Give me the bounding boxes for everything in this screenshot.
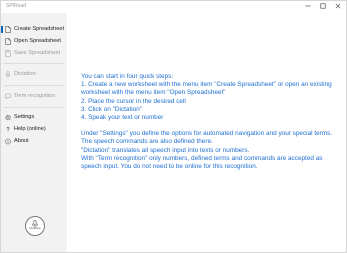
- sidebar-divider: [4, 85, 64, 86]
- sidebar-divider: [4, 63, 64, 64]
- instruction-step: 3. Click on "Dictation": [81, 105, 143, 113]
- sidebar: Create Spreadsheet Open Spreadsheet Save…: [1, 13, 67, 252]
- title-bar: SPIRead: [1, 1, 346, 13]
- instruction-step: 4. Speak your text or number: [81, 114, 164, 122]
- sidebar-item-label: About: [14, 138, 29, 144]
- sidebar-item-label: Help (online): [14, 126, 46, 132]
- minimize-icon: [305, 5, 311, 7]
- instruction-note: With "Term recognition" only numbers, de…: [81, 154, 323, 171]
- close-icon: [335, 3, 341, 9]
- instruction-note: Under "Settings" you define the options …: [81, 130, 333, 138]
- minimize-button[interactable]: [301, 1, 315, 11]
- sidebar-item-create-spreadsheet[interactable]: Create Spreadsheet: [1, 24, 67, 35]
- instruction-note: "Dictation" translates all speech input …: [81, 146, 250, 154]
- document-icon: [5, 26, 11, 33]
- sidebar-item-term-recognition[interactable]: Term recognition: [1, 91, 67, 102]
- sidebar-item-settings[interactable]: Settings: [1, 112, 67, 123]
- info-icon: [5, 138, 11, 145]
- sidebar-item-label: Create Spreadsheet: [14, 26, 65, 32]
- close-button[interactable]: [331, 1, 345, 11]
- sidebar-item-label: Dictation: [14, 71, 36, 77]
- sidebar-item-label: Term recognition: [14, 93, 56, 99]
- sidebar-item-label: Settings: [14, 114, 35, 120]
- sidebar-item-help[interactable]: Help (online): [1, 124, 67, 135]
- dictation-mic-button[interactable]: Dictating: [25, 216, 45, 236]
- maximize-button[interactable]: [316, 1, 330, 11]
- sidebar-item-open-spreadsheet[interactable]: Open Spreadsheet: [1, 36, 67, 47]
- sidebar-item-label: Open Spreadsheet: [14, 38, 61, 44]
- sidebar-divider: [4, 107, 64, 108]
- instruction-step: 2. Place the cursor in the desired cell: [81, 97, 186, 105]
- sidebar-item-about[interactable]: About: [1, 136, 67, 147]
- instructions-panel: You can start in four quick steps: 1. Cr…: [81, 73, 343, 171]
- sidebar-item-dictation[interactable]: Dictation: [1, 69, 67, 80]
- mic-caption: Dictating: [29, 226, 41, 230]
- sidebar-item-label: Save Spreadsheet: [14, 50, 61, 56]
- sidebar-item-save-spreadsheet[interactable]: Save Spreadsheet: [1, 48, 67, 59]
- microphone-icon: [5, 71, 11, 78]
- maximize-icon: [320, 3, 326, 9]
- gear-icon: [5, 114, 11, 121]
- instructions-intro: You can start in four quick steps:: [81, 73, 174, 80]
- help-icon: [5, 126, 11, 133]
- window-title: SPIRead: [6, 3, 27, 9]
- app-window: SPIRead Create Spreadsheet Open Spreadsh…: [0, 0, 347, 253]
- instruction-step: 1. Create a new worksheet with the menu …: [81, 81, 332, 97]
- instruction-note: The speech commands are also defined the…: [81, 138, 213, 146]
- save-icon: [5, 50, 11, 57]
- speech-icon: [5, 93, 11, 100]
- document-icon: [5, 38, 11, 45]
